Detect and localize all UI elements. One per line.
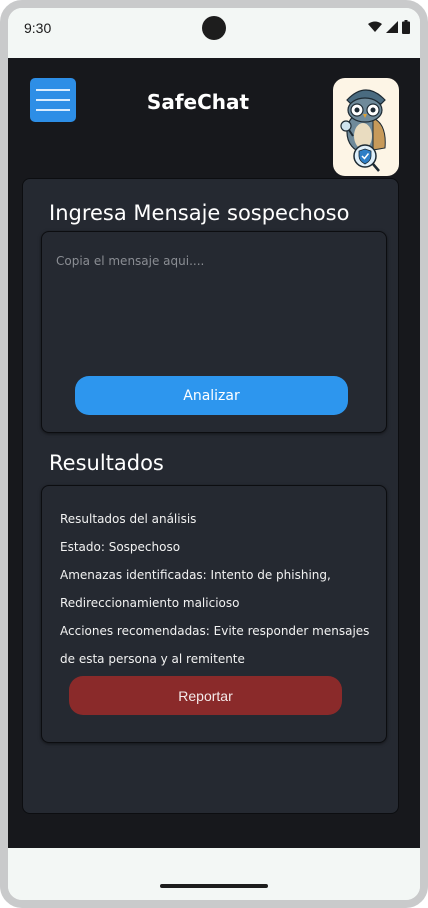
status-icons bbox=[368, 20, 410, 34]
phone-frame: 9:30 SafeChat Ingresa Mensaje sospechoso… bbox=[0, 0, 428, 908]
avatar[interactable] bbox=[333, 78, 399, 176]
message-input[interactable] bbox=[56, 254, 366, 354]
system-nav-bar bbox=[8, 848, 420, 900]
report-button[interactable]: Reportar bbox=[69, 676, 342, 715]
owl-detective-icon bbox=[340, 89, 386, 172]
menu-button[interactable] bbox=[30, 78, 76, 122]
results-heading: Resultados del análisis bbox=[60, 512, 197, 526]
wifi-icon bbox=[368, 21, 382, 32]
result-threats: Amenazas identificadas: Intento de phish… bbox=[60, 568, 331, 582]
hamburger-line bbox=[36, 99, 70, 101]
app-screen: SafeChat Ingresa Mensaje sospechoso Copi… bbox=[8, 58, 420, 848]
result-status: Estado: Sospechoso bbox=[60, 540, 181, 554]
app-title: SafeChat bbox=[146, 90, 250, 114]
cellular-signal-icon bbox=[386, 21, 398, 33]
status-bar: 9:30 bbox=[8, 8, 420, 58]
camera-cutout bbox=[202, 16, 226, 40]
battery-icon bbox=[402, 20, 410, 34]
analyze-button[interactable]: Analizar bbox=[75, 376, 348, 415]
main-card: Ingresa Mensaje sospechoso Analizar Resu… bbox=[22, 178, 399, 814]
result-threats-continued: Redireccionamiento malicioso bbox=[60, 596, 240, 610]
results-section-title: Resultados bbox=[49, 451, 164, 475]
message-input-card: Analizar bbox=[41, 231, 387, 433]
home-indicator[interactable] bbox=[160, 884, 268, 888]
hamburger-line bbox=[36, 109, 70, 111]
result-actions: Acciones recomendadas: Evite responder m… bbox=[60, 624, 370, 638]
status-time: 9:30 bbox=[24, 20, 52, 36]
input-section-title: Ingresa Mensaje sospechoso bbox=[49, 201, 350, 225]
result-actions-continued: de esta persona y al remitente bbox=[60, 652, 245, 666]
results-card: Resultados del análisis Estado: Sospecho… bbox=[41, 485, 387, 743]
hamburger-menu-icon bbox=[36, 89, 70, 91]
